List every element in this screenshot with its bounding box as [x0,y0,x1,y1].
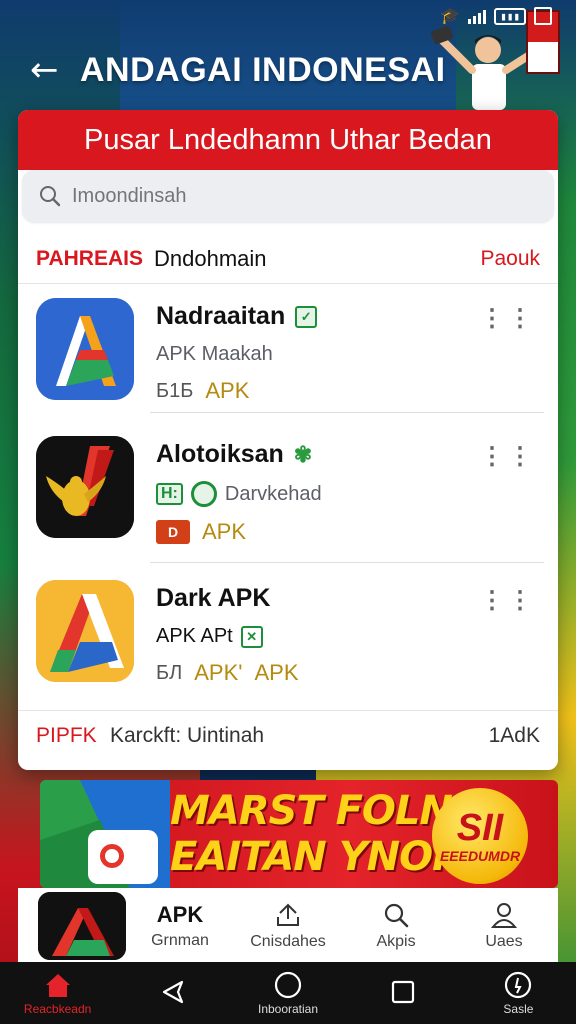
search-input[interactable] [72,184,452,208]
notification-icon [534,7,552,25]
app-subtitle: APK APt [156,625,233,647]
more-options-icon[interactable]: ⋮⋮ [480,304,536,333]
app-bottom-nav: APK Grnman Cnisdahes Akpis Uaes [18,888,558,964]
app-list-item[interactable]: Dark APK APK APt ✕ БЛ APK' APK ⋮⋮ [18,568,558,716]
main-card: Pusar Lndedhamn Uthar Bedan PAHREAIS Dnd… [18,110,558,770]
cap-icon: 🎓 [440,8,461,25]
nav-item-search[interactable]: Akpis [342,901,450,951]
search-bar[interactable] [22,170,554,222]
banner-coin-badge: SII EEEDUMDR [432,788,528,884]
upload-icon [277,903,299,926]
more-options-icon[interactable]: ⋮⋮ [480,586,536,615]
page-title: ANDAGAI INDONESAI [80,50,446,89]
status-bar: 🎓 ▮▮▮ [440,6,552,26]
app-icon-orange-a [36,580,134,682]
section-action-link[interactable]: Paouk [480,247,540,271]
promo-banner[interactable]: MARST FOLN EAITAN YNOKS SII EEEDUMDR [40,780,558,888]
app-meta-prefix: Б1Б [156,379,194,402]
divider [150,562,544,563]
sys-nav-label: Sasle [503,1002,534,1016]
app-name: Dark APK [156,584,271,612]
nav-item-label: Grnman [151,932,209,949]
search-icon [384,903,409,928]
mascot-illustration [431,25,532,110]
info-text: Karckft: Uintinah [110,723,265,747]
app-subtitle: APK Maakah [156,343,273,365]
assistant-icon [505,971,532,999]
card-heading: Pusar Lndedhamn Uthar Bedan [18,110,558,170]
section-label: PAHREAIS [36,246,143,270]
red-badge-icon: D [156,520,190,544]
apk-label: APK [202,519,247,544]
section-title: Dndohmain [154,245,267,271]
garuda-badge-icon: ✾ [293,441,313,467]
app-icon-blue-a [36,298,134,400]
app-list-item[interactable]: Alotoiksan ✾ H: Darvkehad D APK ⋮⋮ [18,424,558,572]
coin-caption: EEEDUMDR [439,848,521,864]
verified-badge-icon: ✕ [240,625,263,648]
nav-item-label: Cnisdahes [250,933,326,950]
sys-nav-back[interactable] [115,977,230,1009]
circle-home-icon [274,971,302,999]
nav-item-label: Uaes [485,933,523,950]
nav-item-user[interactable]: Uaes [450,901,558,951]
coin-text: SII [456,807,504,849]
search-icon [40,186,61,207]
more-options-icon[interactable]: ⋮⋮ [480,442,536,471]
sys-nav-circle[interactable]: Inbooratian [230,970,345,1016]
home-icon [45,974,70,997]
sys-nav-label: Inbooratian [257,1002,319,1016]
divider [150,412,544,413]
apk-label: APK' [194,660,243,685]
app-logo-icon[interactable] [38,892,126,960]
sys-nav-recents[interactable] [346,977,461,1009]
app-name: Nadraaitan [156,302,286,330]
nav-item-top: APK [156,902,204,927]
nav-item-updates[interactable]: Cnisdahes [234,901,342,951]
nav-item-download[interactable]: APK Grnman [126,902,234,950]
section-header: PAHREAIS Dndohmain Paouk [18,234,558,284]
back-triangle-icon [162,980,183,1004]
battery-icon: ▮▮▮ [494,7,526,25]
apk-label-secondary: APK [254,660,299,685]
user-icon [490,903,518,928]
app-name: Alotoiksan [156,440,284,468]
app-meta-prefix: БЛ [156,661,183,684]
back-arrow-icon[interactable]: ← [30,50,80,90]
nav-item-label: Akpis [376,933,416,950]
app-subtitle: Darvkehad [224,482,322,505]
sys-nav-label: Reacbkeadn [23,1002,92,1016]
status-circle-icon [190,481,217,507]
info-value: 1AdK [488,723,540,747]
verified-badge-icon: ✓ [295,305,318,328]
recents-square-icon [392,980,415,1004]
apk-label: APK [205,378,250,403]
info-row: PIPFK Karckft: Uintinah 1AdK [18,710,558,760]
app-icon-garuda [36,436,134,538]
system-nav-bar: Reacbkeadn Inbooratian Sasle [0,962,576,1024]
sys-nav-home[interactable]: Reacbkeadn [0,970,115,1016]
sys-nav-assistant[interactable]: Sasle [461,970,576,1016]
signal-icon [468,8,487,24]
banner-logo-icon [40,780,170,888]
app-sub-badge: H: [156,483,183,505]
info-label: PIPFK [36,723,97,747]
